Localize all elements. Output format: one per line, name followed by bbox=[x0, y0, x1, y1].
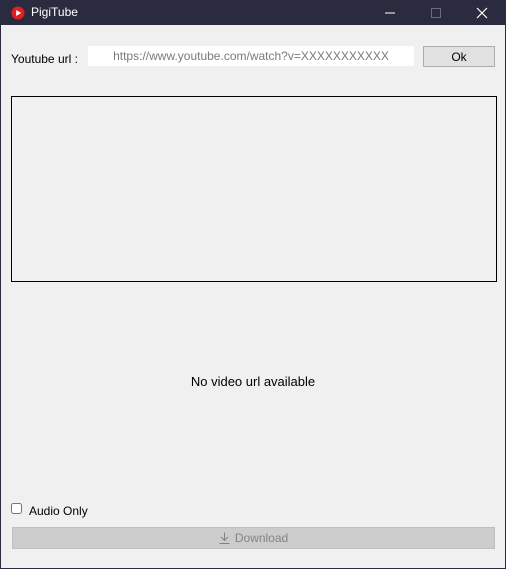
main-content: Youtube url : Ok No video url available … bbox=[1, 25, 505, 568]
download-button[interactable]: Download bbox=[12, 527, 495, 549]
app-window: PigiTube Youtube url : Ok No video url a… bbox=[0, 0, 506, 569]
download-label: Download bbox=[234, 531, 289, 545]
minimize-icon bbox=[385, 12, 395, 14]
title-bar[interactable]: PigiTube bbox=[1, 1, 505, 25]
minimize-button[interactable] bbox=[367, 1, 413, 25]
audio-only-checkbox[interactable] bbox=[11, 503, 22, 514]
audio-only-label[interactable]: Audio Only bbox=[29, 504, 88, 518]
video-preview-area bbox=[11, 96, 497, 282]
ok-button[interactable]: Ok bbox=[423, 46, 495, 67]
maximize-icon bbox=[431, 8, 441, 18]
maximize-button[interactable] bbox=[413, 1, 459, 25]
youtube-play-icon bbox=[11, 6, 25, 20]
close-button[interactable] bbox=[459, 1, 505, 25]
download-icon bbox=[219, 532, 230, 544]
youtube-url-label: Youtube url : bbox=[11, 52, 78, 66]
video-status-text: No video url available bbox=[190, 374, 316, 389]
close-icon bbox=[476, 7, 488, 19]
youtube-url-input[interactable] bbox=[88, 46, 414, 66]
window-title: PigiTube bbox=[31, 5, 78, 19]
